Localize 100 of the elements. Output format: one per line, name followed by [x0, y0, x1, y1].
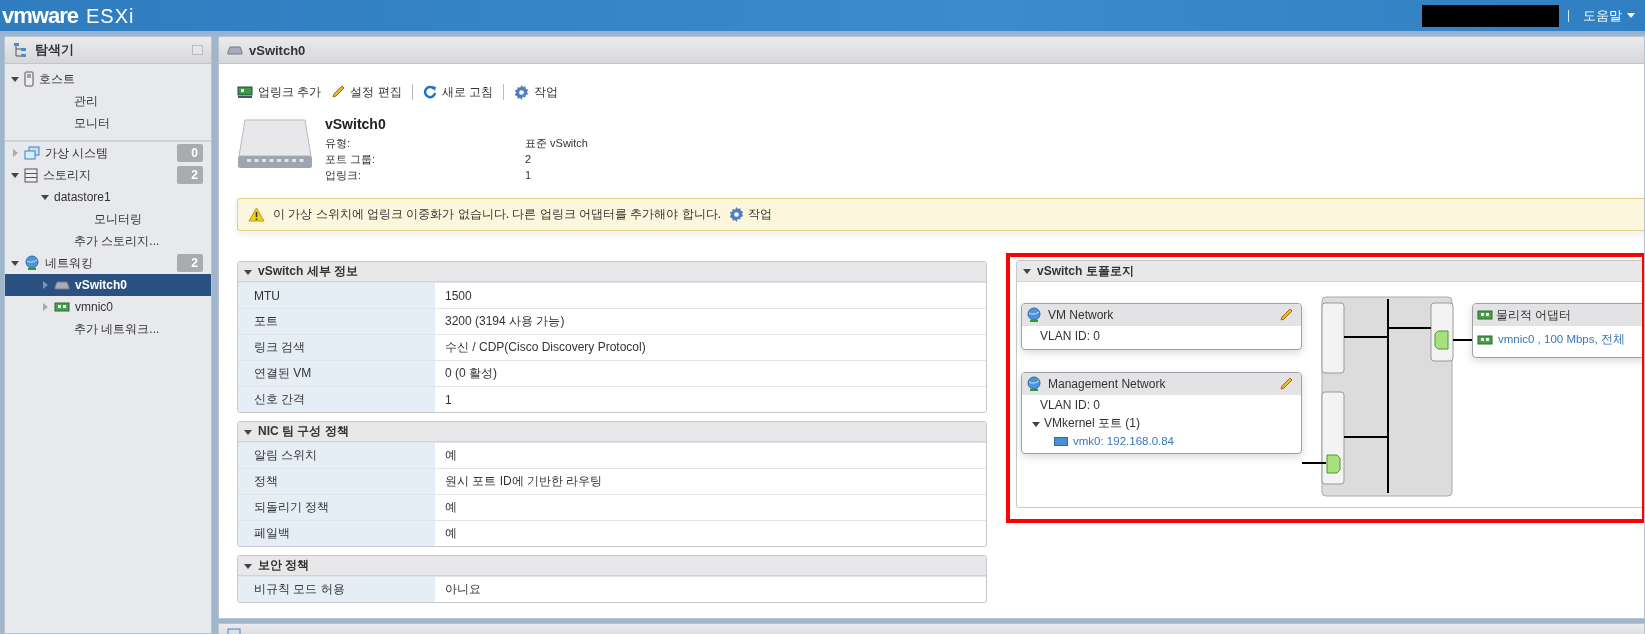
table-cell-text: 아니요	[444, 581, 482, 598]
table-cell-text: 0 (0 활성)	[444, 365, 498, 382]
property-value: 표준 vSwitch	[525, 136, 588, 150]
tree-item[interactable]: 추가 스토리지...	[5, 230, 211, 252]
table-cell: 정책	[238, 469, 435, 494]
section-title: 보안 정책	[258, 557, 310, 574]
caret-down-icon[interactable]	[244, 427, 252, 436]
tree-item[interactable]: 네트워킹 2	[5, 252, 211, 274]
server-icon	[24, 71, 34, 87]
caret-down-icon	[1627, 13, 1635, 18]
caret-down-icon[interactable]	[11, 75, 19, 83]
caret-down-icon[interactable]	[41, 193, 49, 201]
gear-icon	[729, 207, 744, 222]
warning-icon	[248, 207, 265, 222]
switch-icon	[227, 45, 243, 55]
toolbar-button[interactable]: 작업	[514, 83, 559, 101]
tree-item[interactable]: 추가 네트워크...	[5, 318, 211, 340]
tree-item[interactable]: 모니터	[5, 112, 211, 134]
tree-item-label: 추가 네트워크...	[73, 320, 161, 338]
table-cell-text: 예	[444, 499, 458, 516]
section-title: NIC 팀 구성 정책	[258, 423, 349, 440]
toolbar-button[interactable]: 업링크 추가	[237, 83, 322, 101]
adapter-title: 물리적 어댑터	[1496, 306, 1573, 324]
switch-name: vSwitch0	[325, 116, 387, 132]
count-badge: 2	[177, 254, 203, 272]
vlan-label: VLAN ID: 0	[1040, 329, 1102, 343]
vmkernel-label: VMkernel 포트 (1)	[1044, 415, 1141, 432]
tree-item-label: 네트워킹	[45, 254, 94, 272]
caret-down-icon[interactable]	[11, 171, 19, 179]
table-cell-text: 1	[444, 391, 453, 409]
tree-item[interactable]: vSwitch0	[5, 274, 211, 296]
network-card-icon	[1477, 310, 1493, 320]
vmkernel-port-link[interactable]: vmk0: 192.168.0.84	[1054, 435, 1301, 447]
port-group-name: VM Network	[1048, 308, 1115, 322]
tree-item-label: 호스트	[39, 70, 76, 88]
table-cell: 되돌리기 정책	[238, 495, 435, 520]
table-cell: MTU	[238, 283, 435, 308]
tree-item-label: datastore1	[54, 190, 112, 204]
tree-item-label: vmnic0	[75, 300, 114, 314]
caret-down-icon[interactable]	[1032, 419, 1040, 428]
network-card-icon	[1477, 334, 1493, 345]
vlan-label: VLAN ID: 0	[1040, 398, 1102, 412]
section-header[interactable]: vSwitch 토폴로지	[1017, 261, 1642, 282]
table-cell-text: 3200 (3194 사용 가능)	[444, 313, 566, 330]
gear-icon	[514, 84, 530, 100]
tree-icon	[13, 42, 29, 58]
tree-item[interactable]: 스토리지 2	[5, 164, 211, 186]
globe-icon	[1026, 376, 1042, 392]
tree-item-label: vSwitch0	[75, 278, 129, 292]
section-header[interactable]: 보안 정책	[238, 556, 986, 576]
toolbar-button[interactable]: 설정 편집	[331, 83, 402, 101]
caret-down-icon[interactable]	[1023, 267, 1031, 275]
toolbar-button[interactable]: 새로 고침	[422, 83, 494, 101]
caret-right-icon[interactable]	[41, 281, 49, 289]
switch-icon	[54, 280, 70, 290]
count-badge: 0	[177, 144, 203, 162]
tree-item-label: 모니터	[73, 114, 111, 132]
property-label: 유형:	[325, 136, 352, 150]
pencil-icon	[331, 85, 346, 99]
panel-title: vSwitch0	[249, 42, 306, 58]
property-label: 포트 그룹:	[325, 152, 377, 166]
property-value: 1	[525, 168, 533, 182]
count-badge: 2	[177, 166, 203, 184]
tree-item[interactable]: 가상 시스템 0	[5, 140, 211, 164]
table-cell: 비규칙 모드 허용	[238, 577, 435, 602]
section-title: vSwitch 세부 정보	[258, 263, 358, 280]
caret-down-icon[interactable]	[244, 561, 252, 570]
actions-button[interactable]: 작업	[729, 206, 772, 223]
network-card-icon	[1054, 436, 1068, 446]
tree-item[interactable]: datastore1	[5, 186, 211, 208]
section-header[interactable]: NIC 팀 구성 정책	[238, 422, 986, 442]
table-cell: 신호 간격	[238, 387, 435, 412]
tree-item-label: 추가 스토리지...	[73, 232, 161, 250]
caret-down-icon[interactable]	[244, 267, 252, 276]
adapter-link[interactable]: vmnic0 , 100 Mbps, 전체	[1477, 332, 1642, 347]
network-card-icon	[237, 85, 253, 99]
tree-item-label: 관리	[73, 92, 99, 110]
pencil-icon	[1279, 308, 1293, 322]
panel-title: 탐색기	[35, 41, 75, 59]
table-cell-text: 수신 / CDP(Cisco Discovery Protocol)	[444, 339, 647, 356]
tree-item[interactable]: vmnic0	[5, 296, 211, 318]
tree-item[interactable]: 호스트	[5, 68, 211, 90]
table-cell-text: 원시 포트 ID에 기반한 라우팅	[444, 473, 604, 490]
table-cell-text: 예	[444, 525, 458, 542]
tree-item[interactable]: 모니터링	[5, 208, 211, 230]
table-cell: 알림 스위치	[238, 443, 435, 468]
port-group-name: Management Network	[1048, 377, 1167, 391]
table-cell-text: 1500	[444, 287, 473, 305]
tree-item[interactable]: 관리	[5, 90, 211, 112]
globe-icon	[1026, 307, 1042, 323]
network-card-icon	[54, 302, 70, 312]
refresh-icon	[422, 85, 437, 99]
section-header[interactable]: vSwitch 세부 정보	[238, 262, 986, 282]
table-cell: 페일백	[238, 521, 435, 546]
help-menu[interactable]: 도움말	[1583, 6, 1635, 25]
table-cell: 연결된 VM	[238, 361, 435, 386]
section-title: vSwitch 토폴로지	[1037, 262, 1134, 280]
caret-down-icon[interactable]	[11, 259, 19, 267]
globe-icon	[24, 255, 40, 271]
warning-message: 이 가상 스위치에 업링크 이중화가 없습니다. 다른 업링크 어댑터를 추가해야 합니다.	[273, 206, 721, 223]
